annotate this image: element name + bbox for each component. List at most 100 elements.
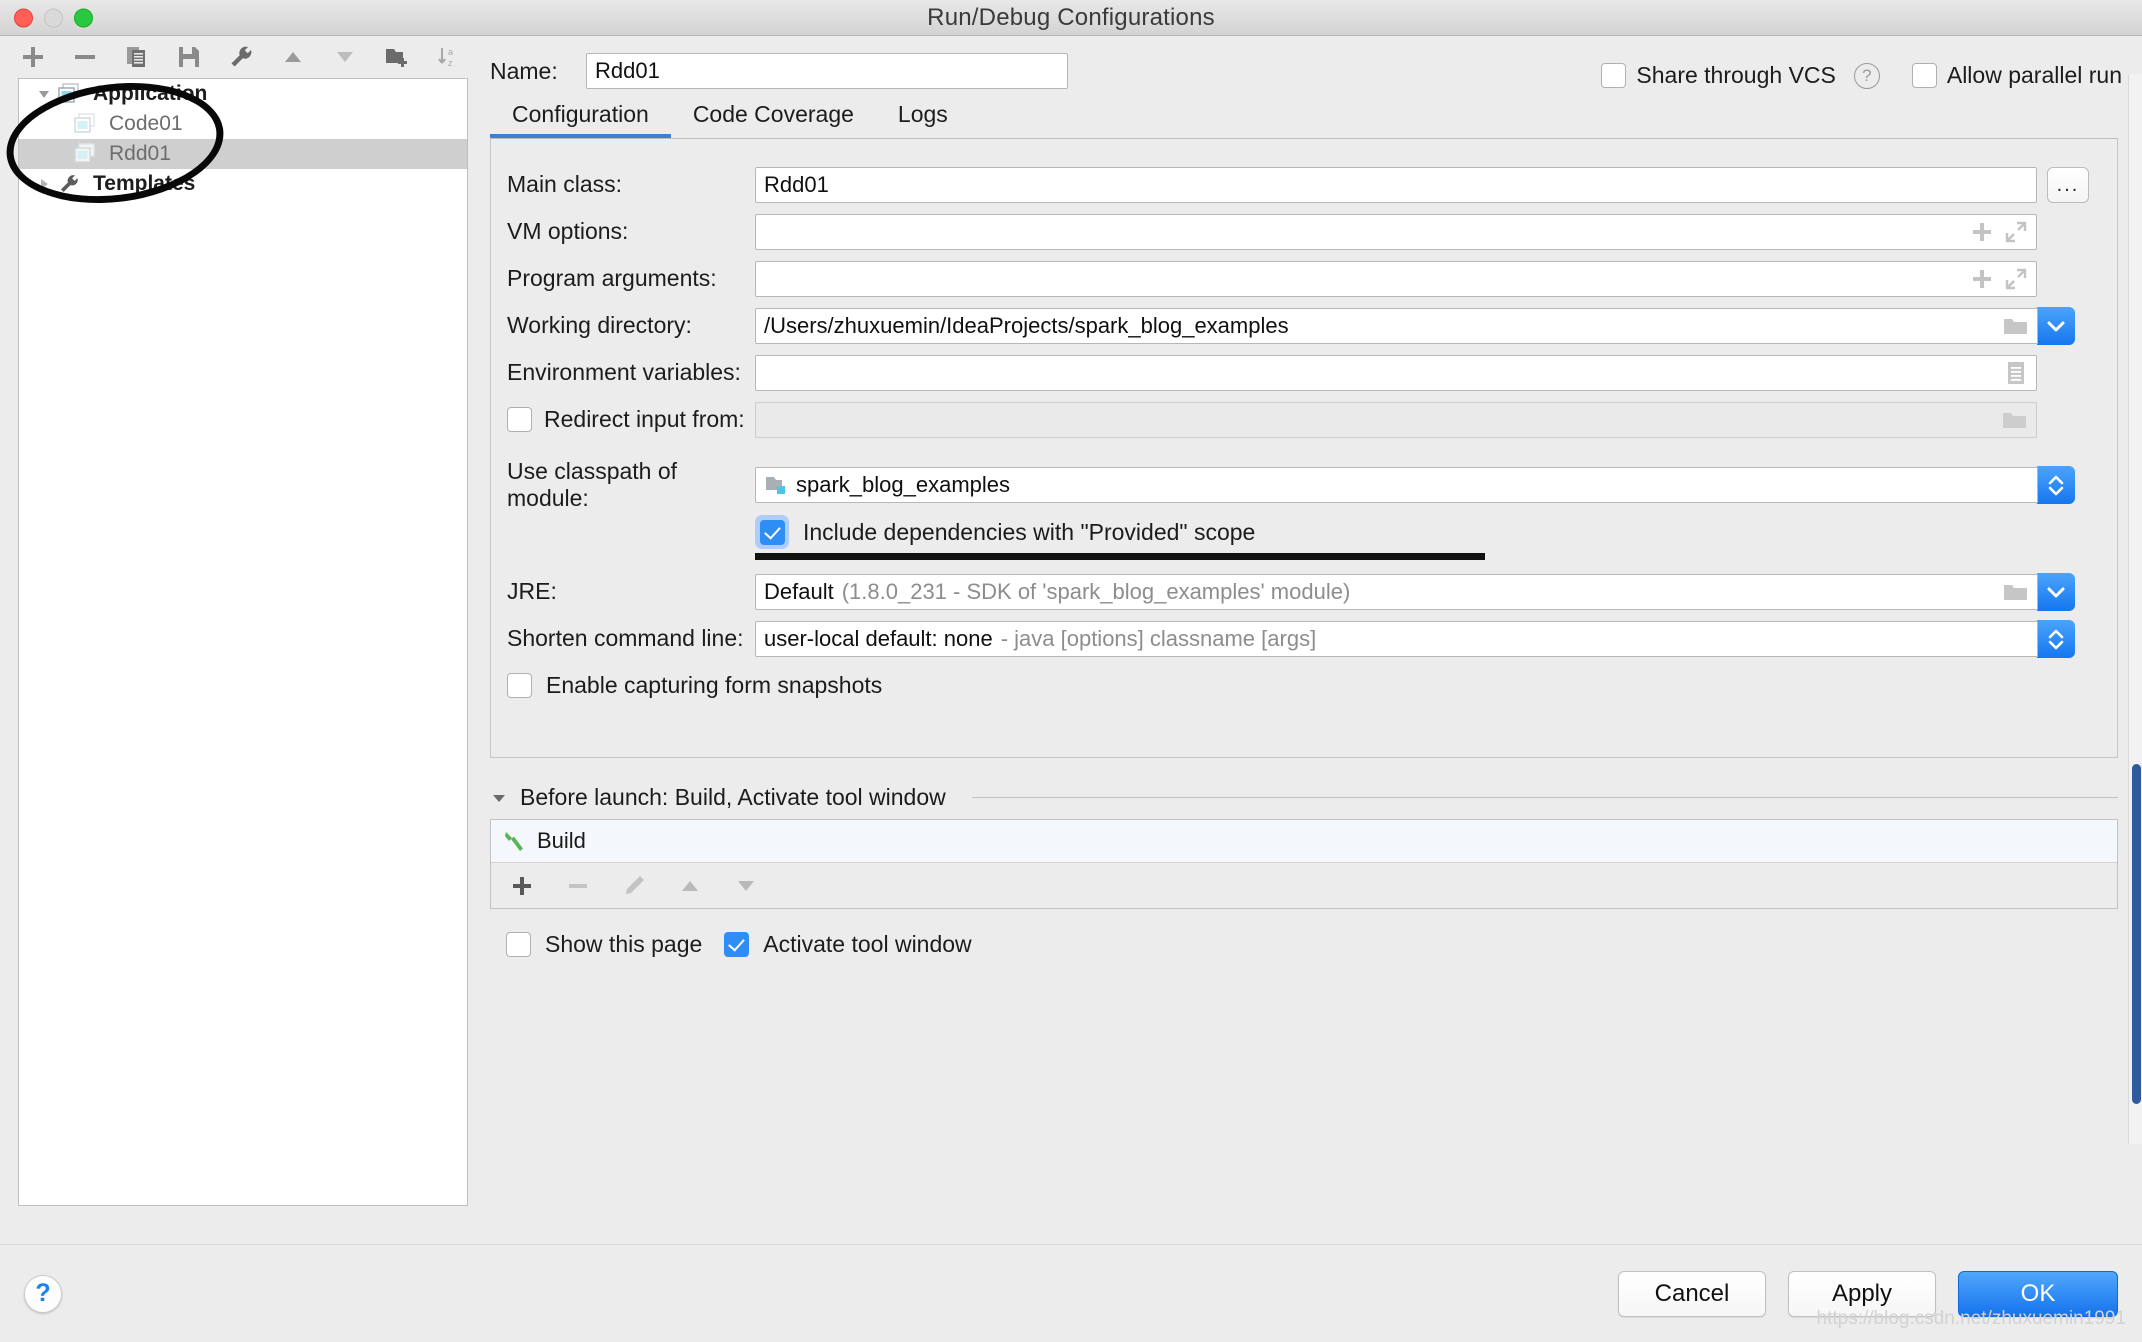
include-provided-option[interactable]: Include dependencies with "Provided" sco… [755,515,1255,549]
before-launch-header[interactable]: Before launch: Build, Activate tool wind… [490,784,2118,811]
save-configuration-button[interactable] [174,42,204,72]
working-directory-folder-icon[interactable] [2003,315,2029,337]
minimize-window-button[interactable] [44,8,63,27]
vm-options-input[interactable] [755,213,2037,250]
allow-parallel-run-option[interactable]: Allow parallel run [1911,62,2122,89]
chevron-right-icon[interactable] [31,176,57,192]
program-arguments-insert-macro-icon[interactable] [1970,267,1994,291]
maximize-window-button[interactable] [74,8,93,27]
classpath-module-select[interactable]: spark_blog_examples [755,466,2038,503]
working-directory-input[interactable]: /Users/zhuxuemin/IdeaProjects/spark_blog… [755,307,2038,344]
tree-item-application[interactable]: Application [19,79,467,109]
tree-item-rdd01[interactable]: Rdd01 [19,139,467,169]
show-this-page-option[interactable]: Show this page [506,931,702,958]
share-through-vcs-label: Share through VCS [1636,62,1836,88]
edit-task-button[interactable] [621,873,647,899]
svg-text:a: a [448,47,453,57]
chevron-down-icon[interactable] [490,789,508,807]
before-launch-section: Before launch: Build, Activate tool wind… [490,784,2118,958]
jre-select[interactable]: Default (1.8.0_231 - SDK of 'spark_blog_… [755,573,2038,610]
remove-task-button[interactable] [565,873,591,899]
window-body: az Application Code01 Rdd01 Templates Na… [0,36,2142,1244]
allow-parallel-run-checkbox[interactable] [1911,63,1937,88]
before-launch-title: Before launch: Build, Activate tool wind… [520,784,946,810]
help-button[interactable]: ? [24,1274,62,1313]
window-title: Run/Debug Configurations [927,3,1215,31]
show-this-page-checkbox[interactable] [506,932,531,957]
include-provided-checkbox[interactable] [759,519,785,545]
wrench-icon[interactable] [226,42,256,72]
main-class-input[interactable]: Rdd01 [755,166,2037,203]
add-configuration-button[interactable] [18,42,48,72]
cancel-button[interactable]: Cancel [1618,1270,1766,1317]
program-arguments-input[interactable] [755,260,2037,297]
activate-tool-window-option[interactable]: Activate tool window [724,931,972,958]
tree-item-label: Templates [93,172,196,195]
vm-options-row: VM options: [507,208,2089,255]
enable-form-snapshots-option[interactable]: Enable capturing form snapshots [507,672,882,699]
tree-item-label: Application [93,82,208,105]
shorten-command-line-label: Shorten command line: [507,625,744,651]
before-launch-options: Show this page Activate tool window [506,931,2118,958]
tab-logs[interactable]: Logs [876,101,970,138]
working-directory-value: /Users/zhuxuemin/IdeaProjects/spark_blog… [764,312,1289,338]
shorten-command-line-stepper-button[interactable] [2037,619,2075,658]
configurations-tree[interactable]: Application Code01 Rdd01 Templates [18,78,468,1206]
add-task-button[interactable] [509,873,535,899]
include-provided-focus-ring [755,515,789,549]
before-launch-task-build[interactable]: Build [491,820,2117,862]
chevron-down-icon[interactable] [31,86,57,102]
vm-options-expand-icon[interactable] [2004,220,2028,244]
jre-dropdown-button[interactable] [2037,572,2075,611]
working-directory-label: Working directory: [507,312,692,338]
name-input[interactable]: Rdd01 [586,53,1068,89]
environment-variables-list-icon[interactable] [2004,360,2028,386]
tree-item-templates[interactable]: Templates [19,169,467,199]
tab-configuration[interactable]: Configuration [490,101,671,138]
main-class-row: Main class: Rdd01 ... [507,161,2089,208]
move-task-down-button[interactable] [733,873,759,899]
sort-az-icon[interactable]: az [434,42,464,72]
main-class-browse-button[interactable]: ... [2047,166,2089,203]
editor-scrollbar[interactable] [2128,74,2142,1144]
editor-scrollbar-thumb[interactable] [2132,764,2141,1104]
classpath-module-row: Use classpath of module: spark_blog_exam… [507,458,2089,511]
redirect-input-folder-icon[interactable] [2002,409,2028,431]
jre-folder-icon[interactable] [2003,581,2029,603]
share-through-vcs-option[interactable]: Share through VCS [1601,62,1836,89]
redirect-input-field[interactable] [755,401,2037,438]
redirect-input-checkbox[interactable] [507,407,532,432]
copy-configuration-button[interactable] [122,42,152,72]
jre-label: JRE: [507,578,557,604]
move-task-up-button[interactable] [677,873,703,899]
program-arguments-expand-icon[interactable] [2004,267,2028,291]
wrench-icon [57,173,87,195]
watermark-text: https://blog.csdn.net/zhuxuemin1991 [1816,1308,2126,1329]
before-launch-task-list[interactable]: Build [490,819,2118,909]
tree-item-code01[interactable]: Code01 [19,109,467,139]
run-debug-configurations-window: Run/Debug Configurations a z Application… [0,0,2142,1342]
vm-options-insert-macro-icon[interactable] [1970,220,1994,244]
close-window-button[interactable] [14,8,33,27]
enable-form-snapshots-checkbox[interactable] [507,673,532,698]
share-through-vcs-checkbox[interactable] [1601,63,1627,88]
help-icon[interactable]: ? [1853,62,1880,89]
activate-tool-window-checkbox[interactable] [724,932,750,957]
enable-form-snapshots-label: Enable capturing form snapshots [546,672,883,698]
move-up-button[interactable] [278,42,308,72]
move-down-button[interactable] [330,42,360,72]
remove-configuration-button[interactable] [70,42,100,72]
program-arguments-row: Program arguments: [507,255,2089,302]
redirect-input-option[interactable]: Redirect input from: [507,406,755,433]
environment-variables-input[interactable] [755,354,2037,391]
new-folder-button[interactable] [382,42,412,72]
svg-text:z: z [448,58,453,68]
window-titlebar: Run/Debug Configurations [0,0,2142,36]
tab-code-coverage[interactable]: Code Coverage [671,101,876,138]
shorten-command-line-select[interactable]: user-local default: none - java [options… [755,620,2038,657]
working-directory-dropdown-button[interactable] [2037,306,2075,345]
application-icon [57,83,87,105]
enable-form-snapshots-row: Enable capturing form snapshots [507,662,2089,709]
vm-options-label: VM options: [507,218,629,244]
classpath-module-stepper-button[interactable] [2037,465,2075,504]
